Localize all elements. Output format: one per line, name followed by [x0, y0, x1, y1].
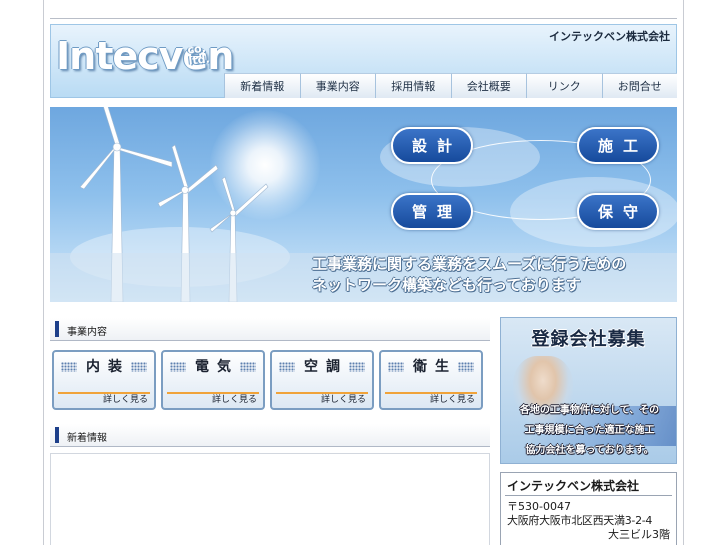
business-tile-electrical[interactable]: 電気 詳しく見る: [161, 350, 265, 410]
section-marker: [55, 321, 59, 337]
dots-decoration: [279, 362, 295, 372]
tile-more-link[interactable]: 詳しく見る: [321, 392, 366, 405]
dots-decoration: [61, 362, 77, 372]
pill-design: 設計: [391, 127, 473, 164]
news-list: [50, 453, 490, 545]
site-header: Intecven co. ltd. インテックベン株式会社 新着情報 事業内容 …: [50, 24, 677, 98]
company-info-divider: [505, 495, 672, 496]
recruit-line2: 工事規模に合った適正な施工: [524, 425, 655, 436]
recruit-title: 登録会社募集: [531, 329, 646, 350]
business-tile-sanitary[interactable]: 衛生 詳しく見る: [379, 350, 483, 410]
tile-title: 衛生: [413, 359, 457, 375]
business-tile-interior[interactable]: 内装 詳しく見る: [52, 350, 156, 410]
nav-item-links[interactable]: リンク: [526, 73, 602, 98]
tile-more-link[interactable]: 詳しく見る: [103, 392, 148, 405]
nav-item-business[interactable]: 事業内容: [299, 73, 375, 98]
company-address-line2: 大三ビル3階: [608, 528, 670, 541]
dots-decoration: [170, 362, 186, 372]
hero-tagline-line2: ネットワーク構築なども行っております: [312, 276, 581, 294]
news-section-title: 新着情報: [67, 433, 107, 444]
nav-item-recruit[interactable]: 採用情報: [375, 73, 451, 98]
section-marker: [55, 427, 59, 443]
header-company-name: インテックベン株式会社: [549, 30, 670, 43]
company-info-box: インテックベン株式会社 〒530-0047 大阪府大阪市北区西天満3-2-4 大…: [500, 472, 677, 545]
page-frame-right: [683, 0, 684, 545]
tile-more-link[interactable]: 詳しく見る: [430, 392, 475, 405]
main-nav: 新着情報 事業内容 採用情報 会社概要 リンク お問合せ: [224, 73, 677, 98]
tile-more-link[interactable]: 詳しく見る: [212, 392, 257, 405]
dots-decoration: [458, 362, 474, 372]
partner-recruit-banner[interactable]: 登録会社募集 各地の工事物件に対して、その 工事規模に合った適正な施工 協力会社…: [500, 317, 677, 464]
top-divider: [50, 18, 677, 19]
dots-decoration: [240, 362, 256, 372]
dots-decoration: [388, 362, 404, 372]
hero-banner: 設計 施工 管理 保守 工事業務に関する業務をスムーズに行うための ネットワーク…: [50, 107, 677, 302]
hero-tagline-line1: 工事業務に関する業務をスムーズに行うための: [312, 255, 627, 273]
dots-decoration: [349, 362, 365, 372]
recruit-body: 各地の工事物件に対して、その 工事規模に合った適正な施工 協力会社を募っておりま…: [507, 401, 672, 461]
page-frame-left: [43, 0, 44, 545]
nav-item-contact[interactable]: お問合せ: [601, 73, 677, 98]
recruit-line1: 各地の工事物件に対して、その: [519, 405, 660, 416]
hero-tagline: 工事業務に関する業務をスムーズに行うための ネットワーク構築なども行っております: [312, 254, 672, 296]
business-section-title: 事業内容: [67, 327, 107, 338]
pill-management: 管理: [391, 193, 473, 230]
pill-construction: 施工: [577, 127, 659, 164]
company-info-name: インテックベン株式会社: [507, 479, 640, 493]
pill-maintenance: 保守: [577, 193, 659, 230]
site-logo-suffix: co. ltd.: [186, 41, 211, 68]
news-section-header: 新着情報: [50, 424, 490, 447]
business-tile-hvac[interactable]: 空調 詳しく見る: [270, 350, 374, 410]
tile-title: 内装: [86, 359, 130, 375]
nav-item-company[interactable]: 会社概要: [450, 73, 526, 98]
nav-item-news[interactable]: 新着情報: [224, 73, 300, 98]
dots-decoration: [131, 362, 147, 372]
tile-title: 電気: [195, 359, 239, 375]
recruit-line3: 協力会社を募っております。: [525, 445, 654, 456]
business-section-header: 事業内容: [50, 318, 490, 341]
tile-title: 空調: [304, 359, 348, 375]
